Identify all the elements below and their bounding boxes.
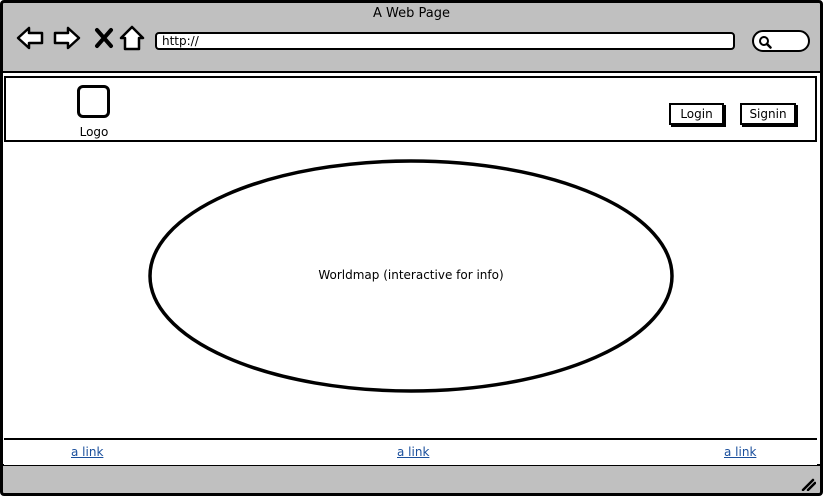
worldmap[interactable]: Worldmap (interactive for info) bbox=[147, 158, 675, 394]
search-icon bbox=[759, 36, 772, 49]
forward-arrow-icon[interactable] bbox=[52, 23, 82, 53]
footer-links: a link a link a link bbox=[4, 438, 817, 465]
login-button[interactable]: Login bbox=[669, 103, 724, 125]
footer-link-1[interactable]: a link bbox=[71, 445, 103, 459]
close-icon[interactable] bbox=[89, 23, 119, 53]
worldmap-label: Worldmap (interactive for info) bbox=[318, 268, 504, 282]
page-content: Logo Login Signin Worldmap (interactive … bbox=[3, 71, 820, 466]
browser-window: A Web Page http:// Logo Login Signin Wor… bbox=[0, 0, 823, 496]
address-bar[interactable]: http:// bbox=[155, 32, 735, 50]
logo-image[interactable] bbox=[77, 85, 110, 118]
resize-grip-icon[interactable] bbox=[800, 476, 817, 492]
back-arrow-icon[interactable] bbox=[15, 23, 45, 53]
window-title: A Web Page bbox=[373, 6, 450, 21]
site-header: Logo Login Signin bbox=[4, 76, 817, 142]
search-box[interactable] bbox=[752, 30, 810, 52]
signin-button[interactable]: Signin bbox=[740, 103, 796, 125]
home-icon[interactable] bbox=[117, 23, 147, 53]
logo-label: Logo bbox=[79, 125, 109, 139]
footer-link-3[interactable]: a link bbox=[724, 445, 756, 459]
footer-link-2[interactable]: a link bbox=[397, 445, 429, 459]
